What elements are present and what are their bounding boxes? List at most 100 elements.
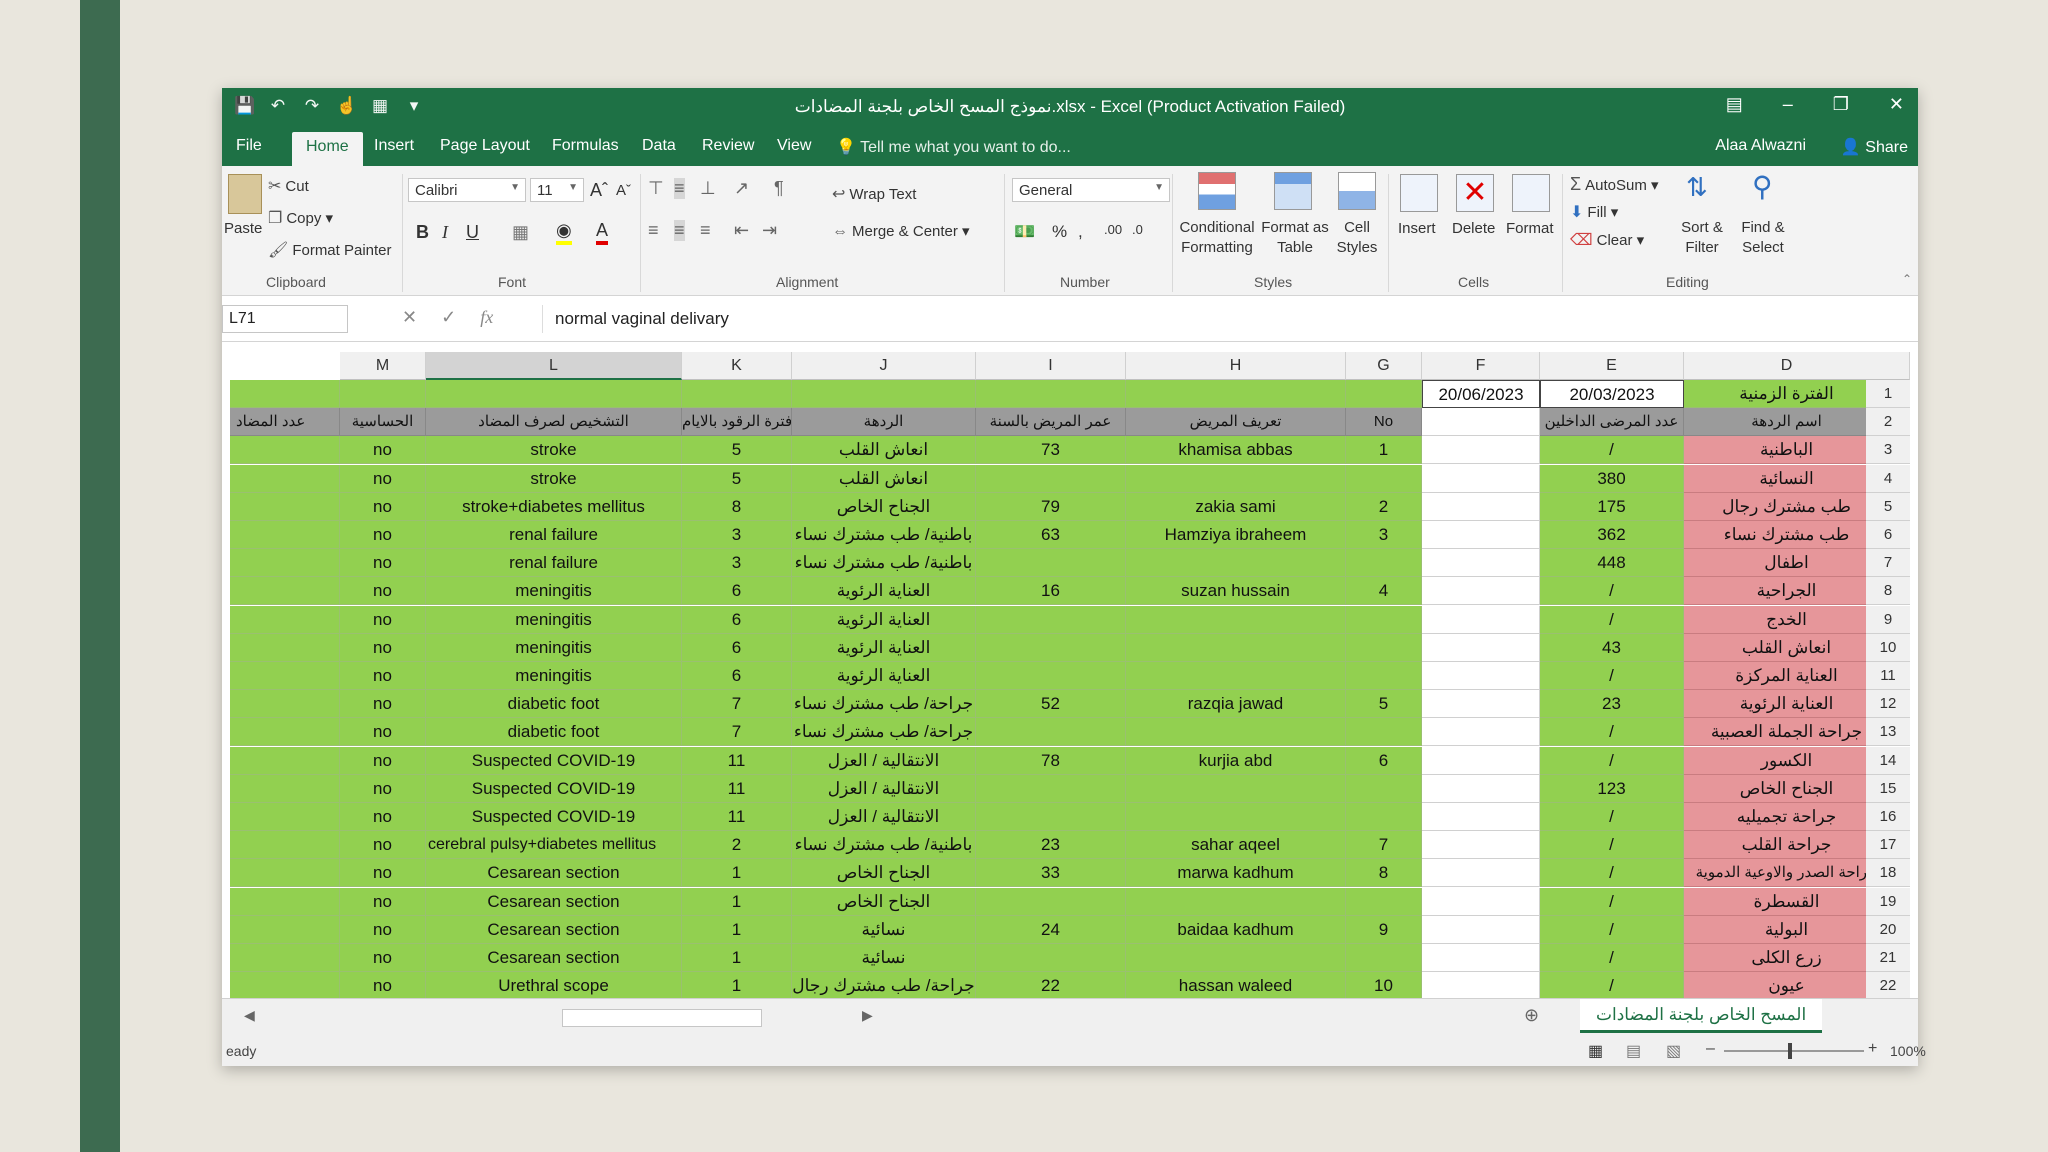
cell-m[interactable]: no: [340, 915, 426, 944]
cell-f[interactable]: [1422, 633, 1540, 662]
cell-h[interactable]: kurjia abd: [1126, 746, 1346, 775]
conditional-formatting-icon[interactable]: [1198, 172, 1236, 210]
cell-j[interactable]: الانتقالية / العزل: [792, 803, 976, 831]
cell-g[interactable]: 4: [1346, 577, 1422, 606]
cell-m[interactable]: no: [340, 887, 426, 916]
cell-l[interactable]: diabetic foot: [426, 690, 682, 719]
cell-i[interactable]: [976, 464, 1126, 493]
cell-d[interactable]: زرع الكلى: [1684, 944, 1890, 972]
row-header[interactable]: 15: [1866, 774, 1910, 803]
cell-j[interactable]: انعاش القلب: [792, 464, 976, 493]
cell-d[interactable]: العناية المركزة: [1684, 662, 1890, 690]
cell-m[interactable]: no: [340, 521, 426, 549]
cell-i[interactable]: [976, 662, 1126, 690]
cell-h[interactable]: khamisa abbas: [1126, 436, 1346, 465]
cell-m[interactable]: no: [340, 633, 426, 662]
cell-e[interactable]: /: [1540, 746, 1684, 775]
cell-n[interactable]: [230, 633, 340, 662]
sort-filter-icon[interactable]: ⇅: [1686, 172, 1708, 203]
cell-j[interactable]: الجناح الخاص: [792, 859, 976, 888]
cell-n[interactable]: [230, 492, 340, 521]
cell-i[interactable]: [976, 633, 1126, 662]
cell-n[interactable]: [230, 577, 340, 606]
cell-i[interactable]: [976, 944, 1126, 972]
copy-button[interactable]: ❐ Copy ▾: [268, 208, 333, 228]
autosum-button[interactable]: Σ AutoSum ▾: [1570, 174, 1659, 195]
cell-m[interactable]: no: [340, 605, 426, 634]
minimize-icon[interactable]: –: [1783, 94, 1793, 115]
fill-color-icon[interactable]: ◉: [556, 220, 572, 245]
cell-e[interactable]: 362: [1540, 521, 1684, 549]
tab-file[interactable]: File: [236, 137, 262, 155]
column-header-h[interactable]: H: [1126, 352, 1346, 380]
cell-n[interactable]: [230, 887, 340, 916]
cell-m[interactable]: no: [340, 436, 426, 465]
cell-l[interactable]: stroke: [426, 464, 682, 493]
orientation-icon[interactable]: ↗: [734, 178, 749, 199]
cell-i[interactable]: 52: [976, 690, 1126, 719]
cell-f[interactable]: [1422, 915, 1540, 944]
comma-style-icon[interactable]: ,: [1078, 222, 1083, 242]
collapse-ribbon-icon[interactable]: ⌃: [1902, 272, 1912, 286]
borders-icon[interactable]: ▦: [512, 222, 529, 243]
column-header-k[interactable]: K: [682, 352, 792, 380]
number-format-select[interactable]: General ▼: [1012, 178, 1170, 202]
cell-d[interactable]: انعاش القلب: [1684, 633, 1890, 662]
cell-j[interactable]: الانتقالية / العزل: [792, 774, 976, 803]
cell-e[interactable]: 380: [1540, 464, 1684, 493]
cell-m[interactable]: no: [340, 972, 426, 1001]
cell-k[interactable]: 3: [682, 549, 792, 578]
column-header-d[interactable]: D: [1684, 352, 1890, 380]
cell-i-1[interactable]: [976, 380, 1126, 408]
cell-l[interactable]: meningitis: [426, 633, 682, 662]
column-header-g[interactable]: G: [1346, 352, 1422, 380]
cell-m[interactable]: no: [340, 803, 426, 831]
cell-l[interactable]: Cesarean section: [426, 887, 682, 916]
align-right-icon[interactable]: ≡: [700, 220, 711, 241]
row-header[interactable]: 6: [1866, 521, 1910, 549]
cell-k[interactable]: 11: [682, 746, 792, 775]
header-cell-j[interactable]: الردهة: [792, 408, 976, 437]
cell-f[interactable]: [1422, 746, 1540, 775]
cell-f[interactable]: [1422, 690, 1540, 719]
paste-icon[interactable]: [228, 174, 262, 214]
cell-k[interactable]: 5: [682, 464, 792, 493]
insert-cells-icon[interactable]: [1400, 174, 1438, 212]
ribbon-display-options-icon[interactable]: ▤: [1726, 94, 1743, 115]
page-break-view-icon[interactable]: ▧: [1666, 1041, 1681, 1061]
cell-e[interactable]: /: [1540, 662, 1684, 690]
cell-g-1[interactable]: [1346, 380, 1422, 408]
cell-e[interactable]: /: [1540, 718, 1684, 747]
header-cell-g[interactable]: No: [1346, 408, 1422, 437]
cell-i[interactable]: 16: [976, 577, 1126, 606]
increase-indent-icon[interactable]: ⇥: [762, 220, 777, 241]
cell-g[interactable]: 7: [1346, 831, 1422, 860]
cell-j[interactable]: جراحة/ طب مشترك نساء: [792, 690, 976, 719]
cell-d[interactable]: العناية الرئوية: [1684, 690, 1890, 719]
cell-e[interactable]: /: [1540, 859, 1684, 888]
scroll-left-icon[interactable]: ◀: [244, 1007, 255, 1024]
cell-m[interactable]: no: [340, 859, 426, 888]
cell-m[interactable]: no: [340, 492, 426, 521]
cell-e[interactable]: /: [1540, 915, 1684, 944]
cell-h[interactable]: hassan waleed: [1126, 972, 1346, 1001]
header-cell-h[interactable]: تعريف المريض: [1126, 408, 1346, 437]
cell-h[interactable]: [1126, 718, 1346, 747]
format-button[interactable]: Format: [1506, 220, 1554, 237]
cell-h[interactable]: [1126, 662, 1346, 690]
scroll-right-icon[interactable]: ▶: [862, 1007, 873, 1024]
percent-icon[interactable]: %: [1052, 222, 1067, 242]
cell-i[interactable]: 79: [976, 492, 1126, 521]
cell-g[interactable]: 3: [1346, 521, 1422, 549]
cell-m[interactable]: no: [340, 464, 426, 493]
cell-d[interactable]: النسائية: [1684, 464, 1890, 493]
font-size-select[interactable]: 11 ▼: [530, 178, 584, 202]
sheet-tab-active[interactable]: المسح الخاص بلجنة المضادات: [1580, 999, 1823, 1033]
wrap-text-button[interactable]: ↩ Wrap Text: [832, 184, 916, 204]
bold-icon[interactable]: B: [416, 222, 429, 243]
delete-cells-icon[interactable]: ✕: [1456, 174, 1494, 212]
column-header-f[interactable]: F: [1422, 352, 1540, 380]
cell-n[interactable]: [230, 803, 340, 831]
cell-d[interactable]: طب مشترك رجال: [1684, 492, 1890, 521]
cell-k[interactable]: 7: [682, 690, 792, 719]
